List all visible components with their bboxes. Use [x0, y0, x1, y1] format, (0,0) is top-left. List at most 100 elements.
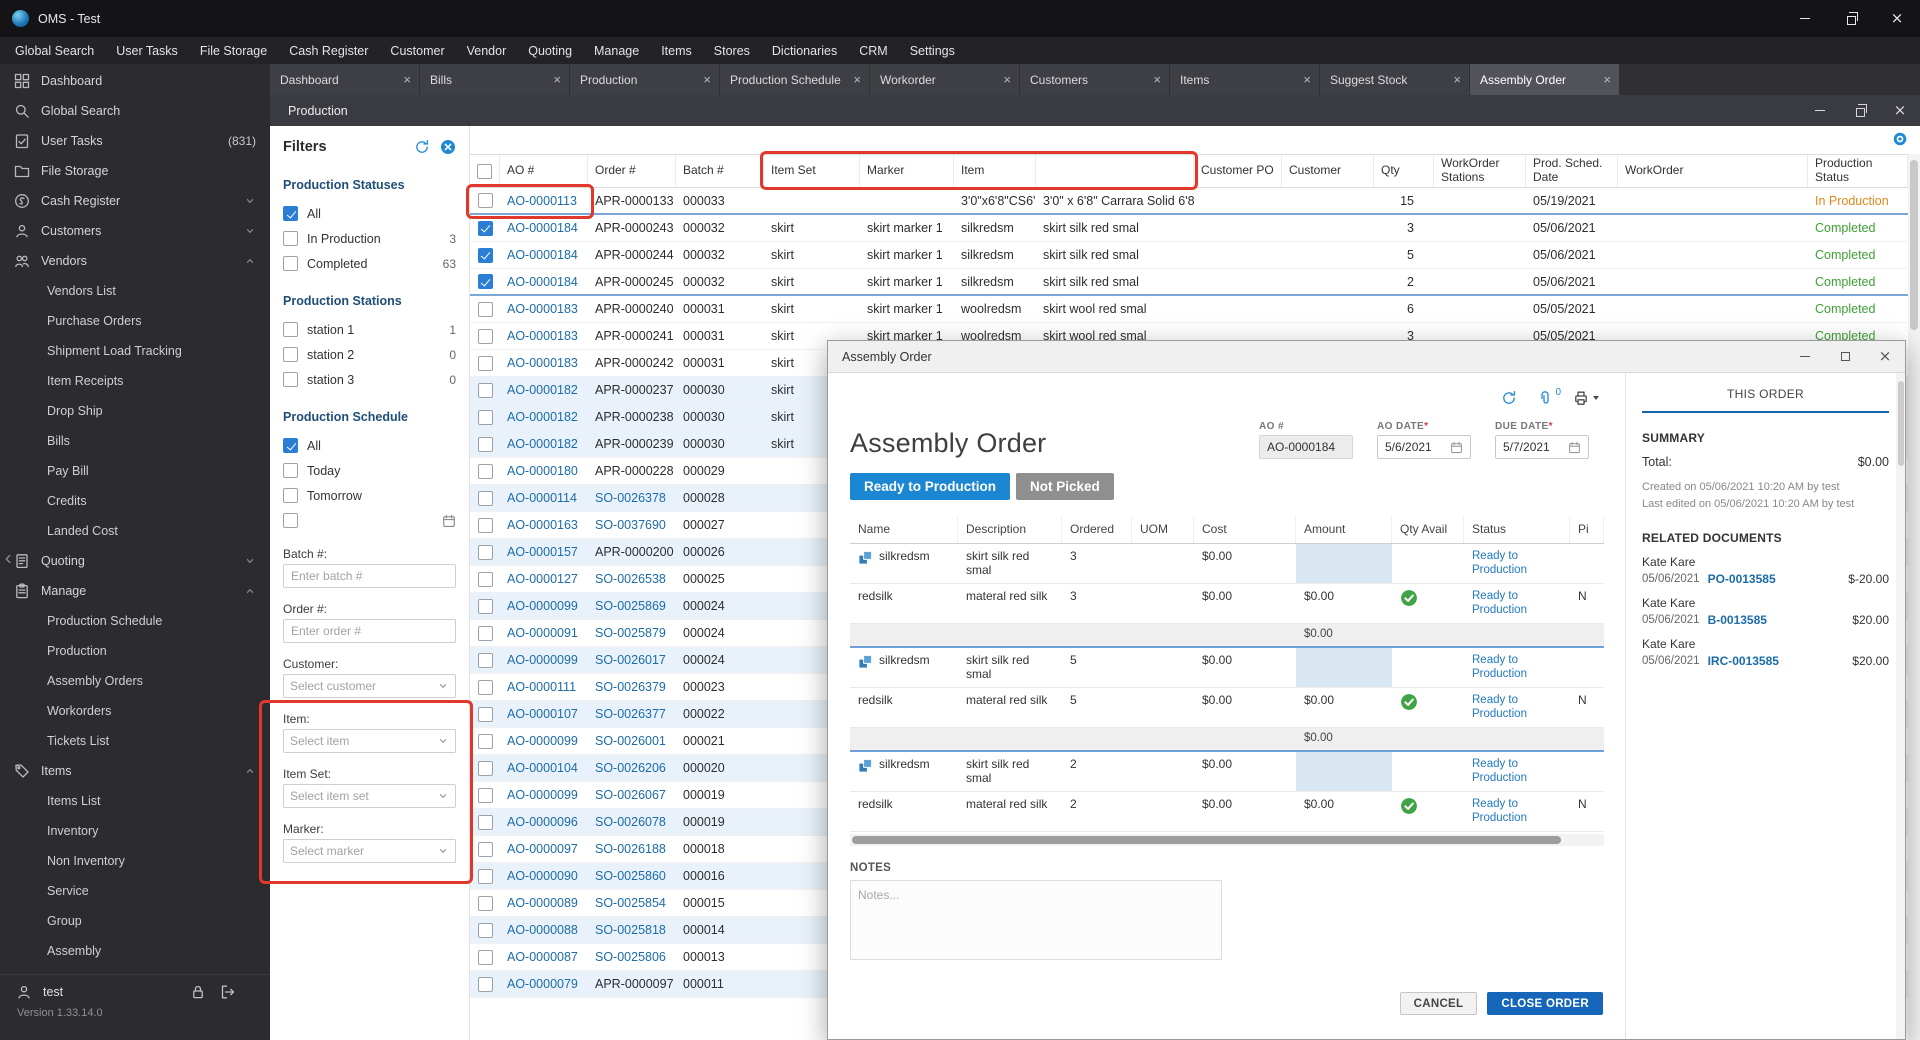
sidebar-item-file-storage[interactable]: File Storage	[0, 156, 270, 186]
sidebar-item-global-search[interactable]: Global Search	[0, 96, 270, 126]
grid-header-batch[interactable]: Batch #	[676, 155, 764, 187]
grid-header-production-status[interactable]: Production Status	[1808, 155, 1908, 187]
ao-number-cell[interactable]: AO-0000182	[500, 377, 588, 403]
filter-option-station-2[interactable]: station 2 0	[283, 342, 456, 367]
filter-option-date[interactable]	[283, 508, 456, 533]
ao-number-cell[interactable]: AO-0000099	[500, 782, 588, 808]
tab-close-icon[interactable]: ×	[1003, 73, 1011, 86]
grid-settings-gear-icon[interactable]	[1892, 131, 1908, 147]
chevron-up-icon[interactable]	[244, 585, 256, 597]
menu-global-search[interactable]: Global Search	[4, 37, 105, 64]
menu-file-storage[interactable]: File Storage	[189, 37, 278, 64]
sidebar-item-user-tasks[interactable]: User Tasks (831)	[0, 126, 270, 156]
row-checkbox[interactable]	[477, 706, 493, 722]
attachments-icon[interactable]	[1537, 390, 1553, 406]
refresh-filters-icon[interactable]	[414, 139, 430, 155]
row-checkbox[interactable]	[477, 247, 493, 263]
row-checkbox[interactable]	[477, 895, 493, 911]
row-select[interactable]	[470, 944, 500, 970]
tab-items[interactable]: Items ×	[1170, 64, 1319, 95]
filter-checkbox-all[interactable]	[283, 438, 298, 453]
menu-manage[interactable]: Manage	[583, 37, 650, 64]
row-select[interactable]	[470, 269, 500, 294]
grid-header-marker[interactable]: Marker	[860, 155, 954, 187]
calendar-icon[interactable]	[1450, 441, 1463, 454]
filter-checkbox-station-3[interactable]	[283, 372, 298, 387]
grid-header-item-set[interactable]: Item Set	[764, 155, 860, 187]
grid-header-order[interactable]: Order #	[588, 155, 676, 187]
component-item-row[interactable]: redsilk materal red silk 5 $0.00 $0.00 Ready …	[850, 688, 1604, 728]
order-number-link[interactable]: SO-0025879	[595, 626, 666, 640]
assembly-item-row[interactable]: silkredsm skirt silk red smal 5 $0.00 Ready …	[850, 648, 1604, 688]
sidebar-item-shipment-load-tracking[interactable]: Shipment Load Tracking	[0, 336, 270, 366]
row-select[interactable]	[470, 512, 500, 538]
ao-number-cell[interactable]: AO-0000184	[500, 269, 588, 294]
ao-number-cell[interactable]: AO-0000111	[500, 674, 588, 700]
due-date-input[interactable]: 5/7/2021	[1495, 435, 1589, 459]
sidebar-item-items-list[interactable]: Items List	[0, 786, 270, 816]
row-checkbox[interactable]	[477, 193, 493, 208]
ao-number-cell[interactable]: AO-0000183	[500, 296, 588, 322]
row-checkbox[interactable]	[477, 220, 493, 236]
tab-suggest-stock[interactable]: Suggest Stock ×	[1320, 64, 1469, 95]
sidebar-item-assembly[interactable]: Assembly	[0, 936, 270, 966]
row-select[interactable]	[470, 593, 500, 619]
row-select[interactable]	[470, 566, 500, 592]
notes-textarea[interactable]	[850, 880, 1222, 960]
document-link[interactable]: PO-0013585	[1708, 572, 1776, 586]
row-checkbox[interactable]	[477, 463, 493, 479]
tab-this-order[interactable]: THIS ORDER	[1642, 387, 1889, 413]
table-row[interactable]: AO-0000184 APR-0000243 000032 skirt skirt ma…	[470, 215, 1908, 242]
row-checkbox[interactable]	[477, 382, 493, 398]
tab-production[interactable]: Production ×	[570, 64, 719, 95]
tab-workorder[interactable]: Workorder ×	[870, 64, 1019, 95]
chevron-down-icon[interactable]	[244, 225, 256, 237]
menu-cash-register[interactable]: Cash Register	[278, 37, 379, 64]
sidebar-item-cash-register[interactable]: Cash Register	[0, 186, 270, 216]
menu-customer[interactable]: Customer	[379, 37, 455, 64]
tab-close-icon[interactable]: ×	[1603, 73, 1611, 86]
ao-number-link[interactable]: AO-0000099	[507, 599, 578, 613]
ao-number-cell[interactable]: AO-0000099	[500, 647, 588, 673]
row-select[interactable]	[470, 647, 500, 673]
ao-number-link[interactable]: AO-0000183	[507, 356, 578, 370]
filter-input-order[interactable]	[283, 619, 456, 643]
order-number-link[interactable]: SO-0026378	[595, 491, 666, 505]
sidebar-item-pay-bill[interactable]: Pay Bill	[0, 456, 270, 486]
grid-header-ao[interactable]: AO #	[500, 155, 588, 187]
row-checkbox[interactable]	[477, 274, 493, 289]
ao-number-link[interactable]: AO-0000111	[507, 680, 576, 694]
filter-checkbox-station-1[interactable]	[283, 322, 298, 337]
order-number-link[interactable]: SO-0026067	[595, 788, 666, 802]
component-item-row[interactable]: redsilk materal red silk 3 $0.00 $0.00 Ready …	[850, 584, 1604, 624]
tab-close-icon[interactable]: ×	[403, 73, 411, 86]
row-checkbox[interactable]	[477, 625, 493, 641]
modal-minimize-button[interactable]	[1785, 341, 1825, 372]
menu-user-tasks[interactable]: User Tasks	[105, 37, 189, 64]
menu-dictionaries[interactable]: Dictionaries	[761, 37, 848, 64]
ao-number-link[interactable]: AO-0000089	[507, 896, 578, 910]
ao-number-cell[interactable]: AO-0000091	[500, 620, 588, 646]
row-select[interactable]	[470, 674, 500, 700]
table-row[interactable]: AO-0000183 APR-0000240 000031 skirt skirt ma…	[470, 296, 1908, 323]
ao-number-cell[interactable]: AO-0000096	[500, 809, 588, 835]
order-number-link[interactable]: SO-0026538	[595, 572, 666, 586]
grid-header-workorder-stations[interactable]: WorkOrder Stations	[1434, 155, 1526, 187]
sidebar-item-tickets-list[interactable]: Tickets List	[0, 726, 270, 756]
order-number-link[interactable]: SO-0026078	[595, 815, 666, 829]
ao-number-link[interactable]: AO-0000104	[507, 761, 578, 775]
order-number-link[interactable]: SO-0025860	[595, 869, 666, 883]
ao-number-link[interactable]: AO-0000127	[507, 572, 578, 586]
row-select[interactable]	[470, 755, 500, 781]
order-number-link[interactable]: SO-0026001	[595, 734, 666, 748]
tab-close-icon[interactable]: ×	[1303, 73, 1311, 86]
assembly-item-row[interactable]: silkredsm skirt silk red smal 3 $0.00 Ready …	[850, 544, 1604, 584]
sidebar-item-items[interactable]: Items	[0, 756, 270, 786]
ao-number-link[interactable]: AO-0000113	[507, 194, 577, 208]
ao-number-cell[interactable]: AO-0000089	[500, 890, 588, 916]
ao-number-cell[interactable]: AO-0000127	[500, 566, 588, 592]
tab-close-icon[interactable]: ×	[853, 73, 861, 86]
row-select[interactable]	[470, 242, 500, 268]
status-link[interactable]: Ready to Production	[1472, 693, 1562, 722]
filter-checkbox-station-2[interactable]	[283, 347, 298, 362]
